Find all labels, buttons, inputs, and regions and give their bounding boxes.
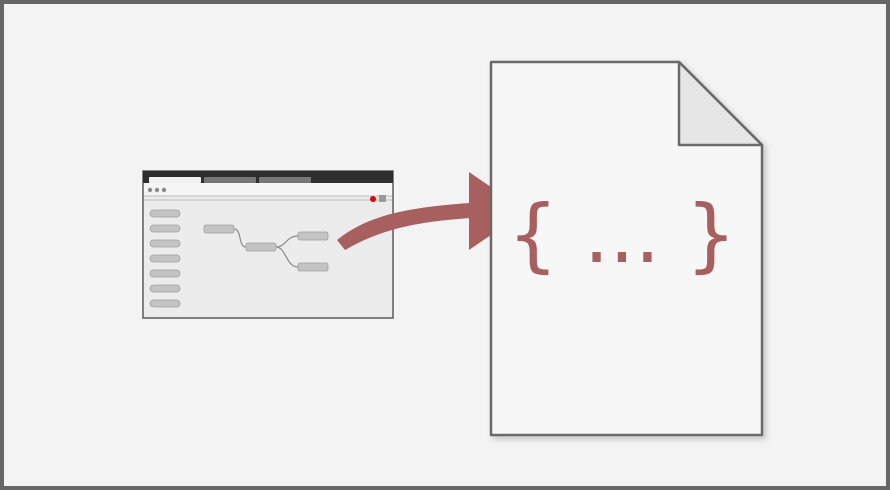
toolbar-button-icon xyxy=(154,187,160,193)
flow-node xyxy=(297,231,329,241)
export-diagram: { ... } xyxy=(142,60,764,437)
toolbar-button-icon xyxy=(147,187,153,193)
diagram-canvas: { ... } xyxy=(0,0,890,490)
palette-item xyxy=(149,284,181,293)
palette-item xyxy=(149,239,181,248)
editor-window-icon xyxy=(142,170,394,319)
file-content-text: { ... } xyxy=(508,188,737,281)
file-corner-fold xyxy=(677,60,764,147)
flow-node xyxy=(245,242,277,252)
palette-item xyxy=(149,224,181,233)
editor-tab-1 xyxy=(149,177,201,183)
toolbar-menu-icon xyxy=(379,195,386,202)
editor-toolbar xyxy=(144,183,392,196)
flow-node xyxy=(297,262,329,272)
palette-item xyxy=(149,209,181,218)
palette-item xyxy=(149,299,181,308)
status-dot-icon xyxy=(370,196,376,202)
palette-item xyxy=(149,269,181,278)
palette-item xyxy=(149,254,181,263)
flow-node xyxy=(203,224,235,234)
editor-tab-2 xyxy=(204,177,256,183)
editor-tab-3 xyxy=(259,177,311,183)
toolbar-button-icon xyxy=(161,187,167,193)
